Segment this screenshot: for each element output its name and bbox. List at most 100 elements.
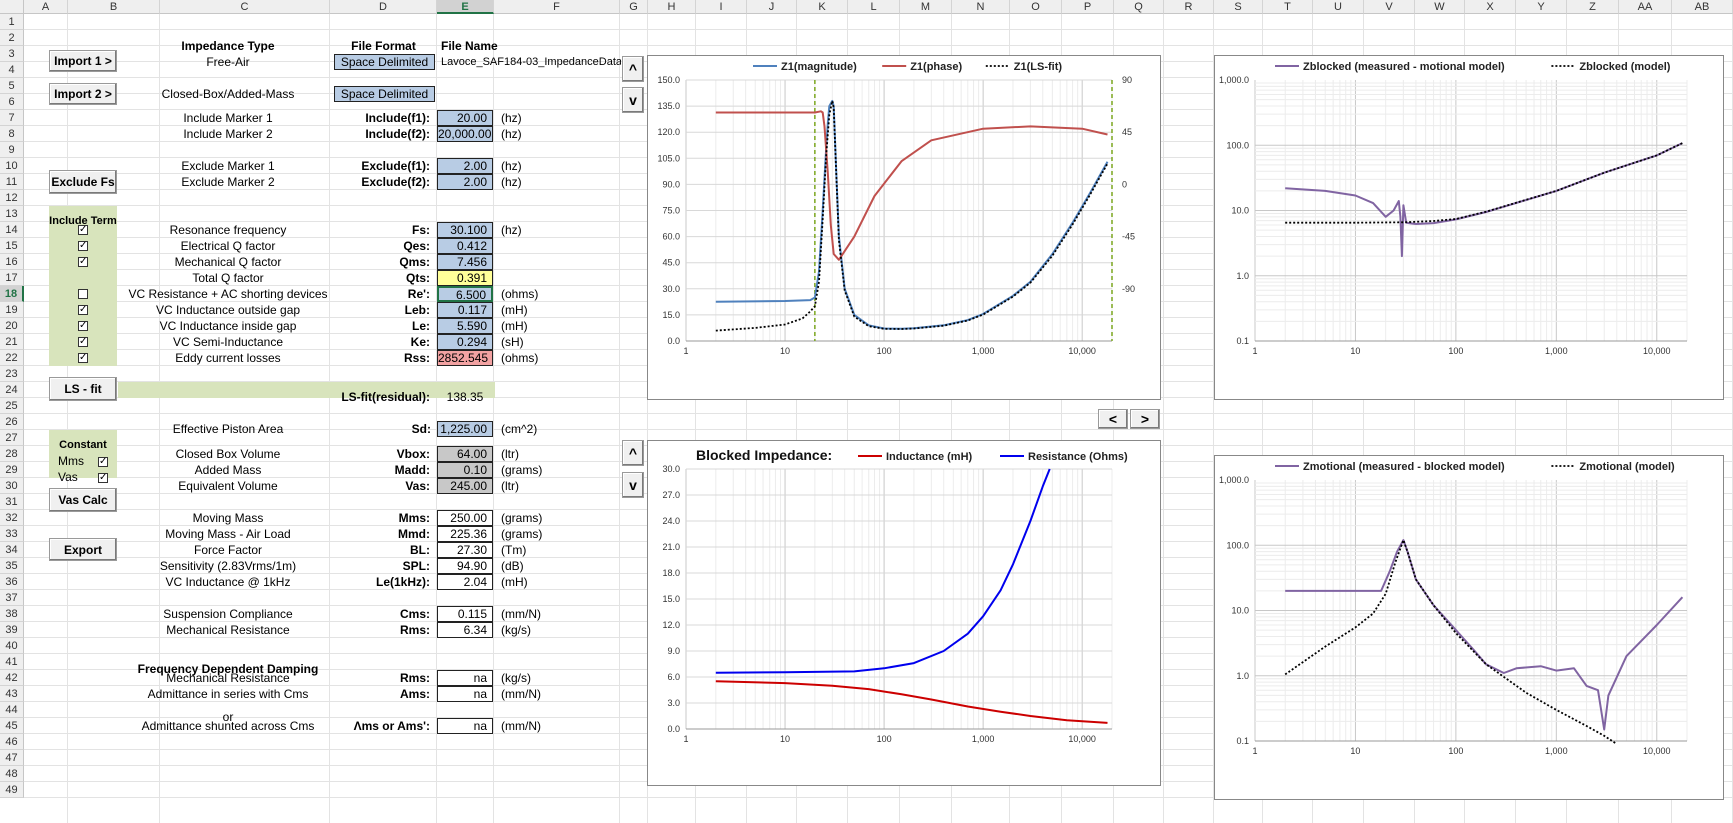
zblocked-chart[interactable]: 1 10 100 1,000 10,000 0.1 1.0 10.0 100.0 1,000.0 Z… xyxy=(1214,55,1724,400)
row-header[interactable]: 35 xyxy=(0,558,24,574)
param-value[interactable]: 6.34 xyxy=(437,622,493,638)
constant-mms-checkbox[interactable]: ✓ xyxy=(98,457,108,467)
row-header[interactable]: 13 xyxy=(0,206,24,222)
include-term-checkbox[interactable]: ✓ xyxy=(78,225,88,235)
param-value[interactable]: 2.00 xyxy=(437,158,493,174)
column-header[interactable]: B xyxy=(68,0,160,14)
column-header[interactable]: J xyxy=(747,0,797,14)
scroll-up-button-top[interactable]: ^ xyxy=(622,56,644,82)
row-header[interactable]: 25 xyxy=(0,398,24,414)
row-header[interactable]: 39 xyxy=(0,622,24,638)
row-header[interactable]: 41 xyxy=(0,654,24,670)
row-header[interactable]: 11 xyxy=(0,174,24,190)
column-header[interactable]: Z xyxy=(1567,0,1619,14)
row-header[interactable]: 29 xyxy=(0,462,24,478)
column-header[interactable]: W xyxy=(1415,0,1465,14)
import2-format-cell[interactable]: Space Delimited xyxy=(334,86,435,102)
vas-calc-button[interactable]: Vas Calc xyxy=(49,488,117,512)
column-header[interactable]: I xyxy=(696,0,747,14)
impedance-chart[interactable]: 1 10 100 1,000 10,000 0.0 15.0 30.0 45.0 60.0 75.0… xyxy=(647,55,1161,400)
row-header[interactable]: 19 xyxy=(0,302,24,318)
row-header[interactable]: 33 xyxy=(0,526,24,542)
column-header[interactable]: N xyxy=(952,0,1010,14)
column-header[interactable]: F xyxy=(494,0,620,14)
column-header[interactable]: K xyxy=(797,0,848,14)
column-header[interactable]: X xyxy=(1465,0,1516,14)
scroll-down-button-bottom[interactable]: v xyxy=(622,472,644,498)
param-value[interactable]: 94.90 xyxy=(437,558,493,574)
column-header[interactable]: Q xyxy=(1114,0,1164,14)
ls-fit-button[interactable]: LS - fit xyxy=(49,377,117,401)
row-header[interactable]: 32 xyxy=(0,510,24,526)
column-header[interactable]: V xyxy=(1364,0,1415,14)
row-header[interactable]: 10 xyxy=(0,158,24,174)
next-chart-button[interactable]: > xyxy=(1130,409,1160,429)
param-value[interactable]: 245.00 xyxy=(437,478,493,494)
include-term-checkbox[interactable] xyxy=(78,289,88,299)
row-header[interactable]: 1 xyxy=(0,14,24,30)
piston-area-value[interactable]: 1,225.00 xyxy=(437,421,493,437)
row-header[interactable]: 21 xyxy=(0,334,24,350)
exclude-fs-button[interactable]: Exclude Fs xyxy=(49,170,117,194)
row-header[interactable]: 30 xyxy=(0,478,24,494)
column-header[interactable]: G xyxy=(620,0,648,14)
column-header[interactable]: AA xyxy=(1619,0,1672,14)
column-header[interactable]: H xyxy=(648,0,696,14)
row-header[interactable]: 16 xyxy=(0,254,24,270)
param-value[interactable]: 2852.545 xyxy=(437,350,493,366)
param-value[interactable]: 64.00 xyxy=(437,446,493,462)
column-header[interactable]: M xyxy=(900,0,952,14)
param-value[interactable]: 0.412 xyxy=(437,238,493,254)
column-header[interactable]: R xyxy=(1164,0,1214,14)
row-header[interactable]: 46 xyxy=(0,734,24,750)
include-term-checkbox[interactable]: ✓ xyxy=(78,257,88,267)
row-header[interactable]: 9 xyxy=(0,142,24,158)
column-header[interactable]: O xyxy=(1010,0,1062,14)
row-header[interactable]: 23 xyxy=(0,366,24,382)
scroll-down-button-top[interactable]: v xyxy=(622,87,644,113)
row-header[interactable]: 14 xyxy=(0,222,24,238)
column-header[interactable]: A xyxy=(24,0,68,14)
row-header[interactable]: 28 xyxy=(0,446,24,462)
column-header[interactable]: S xyxy=(1214,0,1263,14)
row-header[interactable]: 17 xyxy=(0,270,24,286)
param-value[interactable]: 6.500 xyxy=(437,286,493,302)
row-header[interactable]: 24 xyxy=(0,382,24,398)
param-value[interactable]: 0.115 xyxy=(437,606,493,622)
import1-button[interactable]: Import 1 > xyxy=(49,50,117,72)
row-header[interactable]: 8 xyxy=(0,126,24,142)
param-value[interactable]: 20.00 xyxy=(437,110,493,126)
param-value[interactable]: 7.456 xyxy=(437,254,493,270)
column-header[interactable]: C xyxy=(160,0,330,14)
row-header[interactable]: 47 xyxy=(0,750,24,766)
param-value[interactable]: na xyxy=(437,670,493,686)
row-header[interactable]: 20 xyxy=(0,318,24,334)
export-button[interactable]: Export xyxy=(49,538,117,561)
param-value[interactable]: 2.04 xyxy=(437,574,493,590)
column-header[interactable]: P xyxy=(1062,0,1114,14)
param-value[interactable]: 0.391 xyxy=(437,270,493,286)
param-value[interactable]: 30.100 xyxy=(437,222,493,238)
param-value[interactable]: 27.30 xyxy=(437,542,493,558)
row-header[interactable]: 2 xyxy=(0,30,24,46)
import1-format-cell[interactable]: Space Delimited xyxy=(334,54,435,70)
column-header[interactable]: Y xyxy=(1516,0,1567,14)
row-header[interactable]: 31 xyxy=(0,494,24,510)
row-header[interactable]: 44 xyxy=(0,702,24,718)
row-header[interactable]: 36 xyxy=(0,574,24,590)
param-value[interactable]: 0.294 xyxy=(437,334,493,350)
include-term-checkbox[interactable]: ✓ xyxy=(78,305,88,315)
param-value[interactable]: 0.117 xyxy=(437,302,493,318)
row-header[interactable]: 37 xyxy=(0,590,24,606)
row-header[interactable]: 12 xyxy=(0,190,24,206)
column-header[interactable]: D xyxy=(330,0,437,14)
prev-chart-button[interactable]: < xyxy=(1098,409,1128,429)
param-value[interactable]: 5.590 xyxy=(437,318,493,334)
row-header[interactable]: 27 xyxy=(0,430,24,446)
param-value[interactable]: na xyxy=(437,686,493,702)
row-header[interactable]: 22 xyxy=(0,350,24,366)
row-header[interactable]: 3 xyxy=(0,46,24,62)
row-header[interactable]: 26 xyxy=(0,414,24,430)
scroll-up-button-bottom[interactable]: ^ xyxy=(622,440,644,466)
row-header[interactable]: 15 xyxy=(0,238,24,254)
